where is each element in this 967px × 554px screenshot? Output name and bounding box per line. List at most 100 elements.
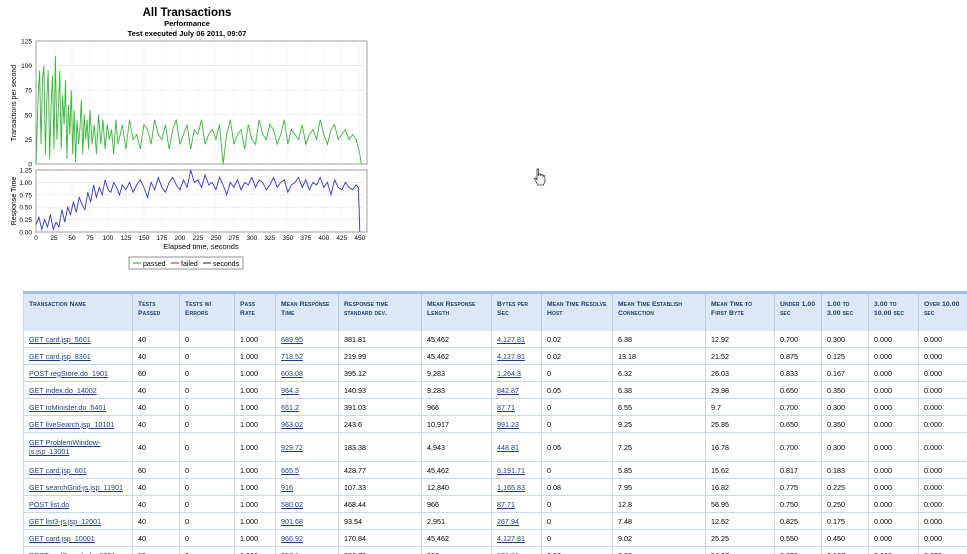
value-link[interactable]: 929.72 <box>281 443 303 452</box>
column-header: Mean Response Length <box>421 292 492 331</box>
table-cell: GET index.do_14002 <box>23 381 133 399</box>
table-row: GET list3-js.jsp_12001 40 0 1.000 901.68 93.5… <box>23 512 967 530</box>
table-cell: 45,462 <box>421 529 492 547</box>
table-cell: 9.25 <box>612 415 706 433</box>
table-cell: 0 <box>179 495 235 513</box>
value-link[interactable]: 689.95 <box>281 335 303 344</box>
chart-test-date: Test executed July 06 2011, 09:07 <box>128 29 247 38</box>
value-link[interactable]: 916 <box>281 483 293 492</box>
y-tick-label: 0.00 <box>19 230 32 237</box>
value-link[interactable]: 87.71 <box>497 500 515 509</box>
transaction-name-link[interactable]: GET card.jsp_601 <box>29 466 87 475</box>
table-cell: 60 <box>132 364 180 382</box>
table-cell: 0.225 <box>821 478 869 496</box>
table-cell: 6.38 <box>612 381 706 399</box>
table-cell: 0 <box>179 331 235 348</box>
bottom-y-axis-label: Response Time <box>11 177 18 226</box>
value-link[interactable]: 6,191.71 <box>497 466 525 475</box>
transaction-name-link[interactable]: POST regStore.do_1901 <box>29 369 108 378</box>
value-link[interactable]: 580.02 <box>281 500 303 509</box>
table-cell: 0.000 <box>868 347 919 365</box>
transaction-name-link[interactable]: GET list3-js.jsp_12001 <box>29 517 101 526</box>
table-cell: 0.250 <box>821 495 869 513</box>
table-cell: 0.350 <box>821 415 869 433</box>
table-cell: GET card.jsp_5601 <box>23 331 133 348</box>
transaction-name-link[interactable]: GET liveSearch.jsp_10101 <box>29 420 114 429</box>
value-link[interactable]: 1,264.3 <box>497 369 521 378</box>
value-link[interactable]: 448.81 <box>497 443 519 452</box>
value-link[interactable]: 991.23 <box>497 420 519 429</box>
table-cell: 0 <box>541 415 613 433</box>
table-cell: 0.000 <box>918 529 967 547</box>
x-tick-label: 25 <box>50 235 58 242</box>
table-cell: 0.875 <box>774 347 822 365</box>
table-cell: 0 <box>541 495 613 513</box>
table-cell: 0.550 <box>774 529 822 547</box>
value-link[interactable]: 131.56 <box>497 551 519 554</box>
x-tick-label: 0 <box>34 235 38 242</box>
transaction-name-link[interactable]: GET searchGrid-js.jsp_11901 <box>29 483 123 492</box>
value-link[interactable]: 603.08 <box>281 369 303 378</box>
table-cell: 6.38 <box>612 331 706 348</box>
table-cell: 1,264.3 <box>491 364 542 382</box>
table-row: POST list.do 40 0 1.000 580.02 468.44 966 87.71… <box>23 495 967 513</box>
table-cell: 0.000 <box>868 364 919 382</box>
table-cell: GET toMinister.do_5401 <box>23 398 133 416</box>
table-cell: 60 <box>132 461 180 479</box>
table-row: GET ProblemWindow-js.jsp_13001 40 0 1.000 92… <box>23 432 967 462</box>
y-tick-label: 1.25 <box>19 168 32 175</box>
value-link[interactable]: 1,165.83 <box>497 483 525 492</box>
value-link[interactable]: 4,127.81 <box>497 534 525 543</box>
transaction-name-link[interactable]: GET ProblemWindow-js.jsp_13001 <box>29 438 100 456</box>
transaction-name-link[interactable]: GET toMinister.do_5401 <box>29 403 106 412</box>
table-cell: 1.000 <box>234 529 276 547</box>
transaction-name-link[interactable]: POST list.do <box>29 500 69 509</box>
column-header: Pass Rate <box>234 292 276 331</box>
table-cell: 9.7 <box>705 398 775 416</box>
y-tick-label: 25 <box>25 137 33 144</box>
table-header-row: Transaction Name Tests Passed Tests w/ Err… <box>23 292 967 331</box>
table-cell: 0.02 <box>541 347 613 365</box>
table-cell: 0 <box>179 415 235 433</box>
transaction-name-link[interactable]: GET card.jsp_10001 <box>29 534 95 543</box>
value-link[interactable]: 267.94 <box>497 517 519 526</box>
value-link[interactable]: 964.3 <box>281 386 299 395</box>
table-row: GET searchGrid-js.jsp_11901 40 0 1.000 916 10… <box>23 478 967 496</box>
value-link[interactable]: 87.71 <box>497 403 515 412</box>
table-cell: 929.72 <box>275 432 339 462</box>
transaction-name-link[interactable]: GET card.jsp_5601 <box>29 335 91 344</box>
transaction-name-link[interactable]: GET card.jsp_8301 <box>29 352 91 361</box>
value-link[interactable]: 718.52 <box>281 352 303 361</box>
table-cell: 0.000 <box>868 432 919 462</box>
table-cell: GET searchGrid-js.jsp_11901 <box>23 478 133 496</box>
value-link[interactable]: 842.87 <box>497 386 519 395</box>
value-link[interactable]: 657.1 <box>281 551 299 554</box>
x-tick-label: 100 <box>103 235 114 242</box>
value-link[interactable]: 901.68 <box>281 517 303 526</box>
table-cell: 0.833 <box>774 546 822 554</box>
x-tick-label: 50 <box>68 235 76 242</box>
table-cell: 1.000 <box>234 347 276 365</box>
value-link[interactable]: 4,127.81 <box>497 335 525 344</box>
table-cell: 12.92 <box>705 331 775 348</box>
table-cell: 40 <box>132 398 180 416</box>
table-cell: 0.000 <box>918 398 967 416</box>
table-row: GET toMinister.do_5401 40 0 1.000 651.2 391.0… <box>23 398 967 416</box>
value-link[interactable]: 665.5 <box>281 466 299 475</box>
table-cell: 4,943 <box>421 432 492 462</box>
x-tick-label: 225 <box>192 235 203 242</box>
value-link[interactable]: 4,127.81 <box>497 352 525 361</box>
transaction-name-link[interactable]: POST endSearch.do_2801 <box>29 551 115 554</box>
transactions-table-container[interactable]: Transaction Name Tests Passed Tests w/ Err… <box>23 291 967 554</box>
value-link[interactable]: 963.02 <box>281 420 303 429</box>
x-tick-label: 375 <box>300 235 311 242</box>
table-cell: GET list3-js.jsp_12001 <box>23 512 133 530</box>
x-tick-label: 400 <box>318 235 329 242</box>
table-cell: 0.350 <box>821 381 869 399</box>
table-cell: 0.000 <box>868 398 919 416</box>
x-axis-label: Elapsed time, seconds <box>163 242 239 251</box>
table-cell: 0.650 <box>774 415 822 433</box>
transaction-name-link[interactable]: GET index.do_14002 <box>29 386 97 395</box>
value-link[interactable]: 651.2 <box>281 403 299 412</box>
value-link[interactable]: 966.92 <box>281 534 303 543</box>
